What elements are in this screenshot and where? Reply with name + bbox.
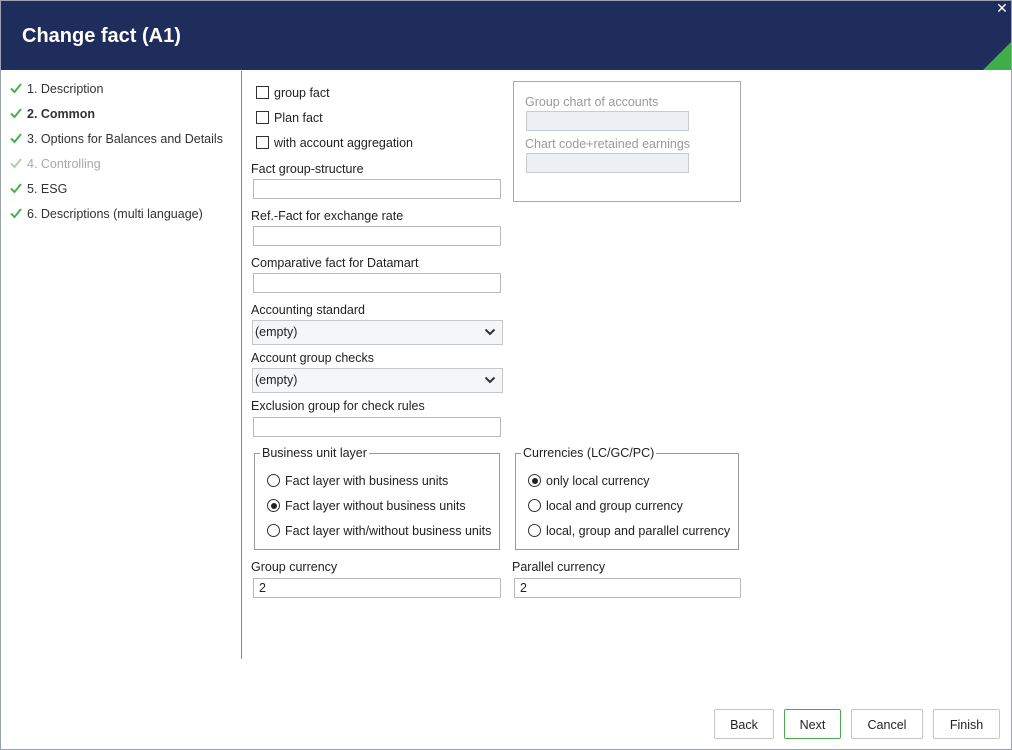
account-group-checks-select[interactable]: (empty)	[252, 368, 503, 393]
dialog-window: Change fact (A1) ✕ 1. Description 2. Com…	[0, 0, 1012, 750]
bu-option-with-label: Fact layer with business units	[285, 474, 449, 488]
step-esg[interactable]: 5. ESG	[9, 180, 67, 198]
radio-bu-with-without[interactable]	[267, 524, 280, 537]
currency-option-local-label: only local currency	[546, 474, 650, 488]
step-options-balances[interactable]: 3. Options for Balances and Details	[9, 130, 223, 148]
checkmark-icon	[10, 108, 22, 119]
chart-of-accounts-panel: Group chart of accounts Chart code+retai…	[513, 81, 741, 202]
step-descriptions-multilang[interactable]: 6. Descriptions (multi language)	[9, 205, 203, 223]
step-label: 3. Options for Balances and Details	[27, 132, 223, 146]
account-aggregation-label: with account aggregation	[274, 136, 413, 150]
step-label: 4. Controlling	[27, 157, 101, 171]
accounting-standard-label: Accounting standard	[251, 303, 365, 317]
currency-option-all-label: local, group and parallel currency	[546, 524, 731, 538]
bu-option-with-without[interactable]: Fact layer with/without business units	[267, 523, 491, 539]
currency-option-local-group-label: local and group currency	[546, 499, 683, 513]
sidebar-divider	[241, 71, 242, 659]
dialog-title: Change fact (A1)	[22, 25, 181, 47]
radio-bu-with[interactable]	[267, 474, 280, 487]
comparative-fact-input[interactable]	[253, 273, 501, 293]
currency-option-local-group[interactable]: local and group currency	[528, 498, 683, 514]
checkmark-icon	[10, 208, 22, 219]
currency-option-all[interactable]: local, group and parallel currency	[528, 523, 730, 539]
step-description[interactable]: 1. Description	[9, 80, 103, 98]
exclusion-group-input[interactable]	[253, 417, 501, 437]
next-button[interactable]: Next	[784, 709, 841, 739]
step-label: 2. Common	[27, 107, 96, 121]
group-fact-checkbox[interactable]	[256, 86, 269, 99]
radio-currency-local[interactable]	[528, 474, 541, 487]
plan-fact-label: Plan fact	[274, 111, 323, 125]
account-aggregation-checkbox-row: with account aggregation	[256, 135, 413, 151]
fact-group-structure-label: Fact group-structure	[251, 162, 364, 176]
account-group-checks-label: Account group checks	[251, 351, 374, 365]
accounting-standard-value: (empty)	[255, 325, 298, 339]
currencies-title: Currencies (LC/GC/PC)	[521, 446, 657, 460]
step-controlling: 4. Controlling	[9, 155, 101, 173]
group-chart-input	[526, 111, 689, 131]
business-unit-layer-title: Business unit layer	[260, 446, 369, 460]
currency-option-local[interactable]: only local currency	[528, 473, 650, 489]
chevron-down-icon	[484, 328, 496, 336]
chart-code-label: Chart code+retained earnings	[525, 137, 691, 151]
bu-option-with[interactable]: Fact layer with business units	[267, 473, 448, 489]
group-fact-label: group fact	[274, 86, 330, 100]
radio-currency-all[interactable]	[528, 524, 541, 537]
step-label: 6. Descriptions (multi language)	[27, 207, 203, 221]
group-fact-checkbox-row: group fact	[256, 85, 330, 101]
bu-option-without[interactable]: Fact layer without business units	[267, 498, 466, 514]
corner-accent	[983, 42, 1011, 70]
comparative-fact-label: Comparative fact for Datamart	[251, 256, 419, 270]
parallel-currency-input[interactable]	[514, 578, 741, 598]
finish-button[interactable]: Finish	[933, 709, 1000, 739]
cancel-button[interactable]: Cancel	[851, 709, 923, 739]
group-currency-input[interactable]	[253, 578, 501, 598]
chart-code-input	[526, 153, 689, 173]
checkmark-icon	[10, 133, 22, 144]
fact-group-structure-input[interactable]	[253, 179, 501, 199]
radio-bu-without[interactable]	[267, 499, 280, 512]
step-label: 5. ESG	[27, 182, 68, 196]
back-button[interactable]: Back	[714, 709, 774, 739]
accounting-standard-select[interactable]: (empty)	[252, 320, 503, 345]
checkmark-icon	[10, 158, 22, 169]
ref-fact-exchange-label: Ref.-Fact for exchange rate	[251, 209, 404, 223]
close-icon[interactable]: ✕	[996, 1, 1008, 15]
business-unit-layer-group: Business unit layer Fact layer with busi…	[254, 446, 500, 550]
currencies-group: Currencies (LC/GC/PC) only local currenc…	[515, 446, 739, 550]
ref-fact-exchange-input[interactable]	[253, 226, 501, 246]
plan-fact-checkbox-row: Plan fact	[256, 110, 323, 126]
bu-option-without-label: Fact layer without business units	[285, 499, 466, 513]
step-common[interactable]: 2. Common	[9, 105, 95, 123]
chevron-down-icon	[484, 376, 496, 384]
parallel-currency-label: Parallel currency	[512, 560, 606, 574]
plan-fact-checkbox[interactable]	[256, 111, 269, 124]
wizard-steps: 1. Description 2. Common 3. Options for …	[1, 71, 241, 661]
title-bar: Change fact (A1) ✕	[1, 1, 1011, 70]
step-label: 1. Description	[27, 82, 104, 96]
checkmark-icon	[10, 83, 22, 94]
radio-currency-local-group[interactable]	[528, 499, 541, 512]
bu-option-with-without-label: Fact layer with/without business units	[285, 524, 492, 538]
group-chart-label: Group chart of accounts	[525, 95, 659, 109]
account-aggregation-checkbox[interactable]	[256, 136, 269, 149]
exclusion-group-label: Exclusion group for check rules	[251, 399, 425, 413]
checkmark-icon	[10, 183, 22, 194]
group-currency-label: Group currency	[251, 560, 338, 574]
account-group-checks-value: (empty)	[255, 373, 298, 387]
